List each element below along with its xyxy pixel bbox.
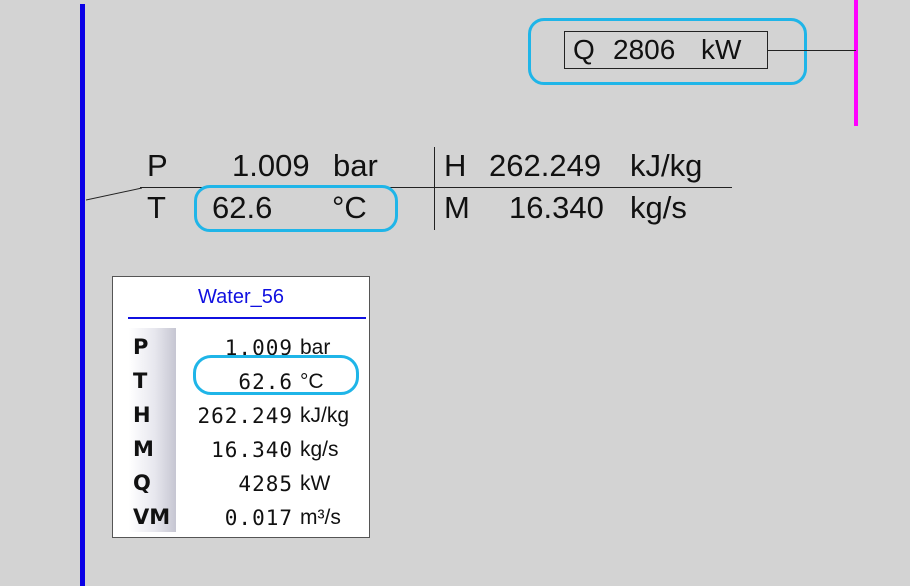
panel-value: 262.249: [197, 404, 293, 428]
panel-value: 62.6: [238, 370, 293, 394]
summary-massflow-value: 16.340: [509, 190, 604, 225]
summary-enthalpy-value: 262.249: [489, 148, 602, 183]
summary-temperature-unit: °C: [332, 190, 367, 225]
panel-value: 4285: [238, 472, 293, 496]
panel-row-temperature: T 62.6 °C: [113, 364, 369, 398]
summary-leader-line: [86, 187, 142, 201]
summary-massflow-unit: kg/s: [630, 190, 687, 225]
heat-duty-box[interactable]: Q 2806 kW: [564, 31, 768, 69]
panel-label: Q: [133, 471, 151, 495]
heat-duty-connector: [768, 50, 856, 51]
panel-row-volumeflow: VM 0.017 m³/s: [113, 500, 369, 534]
heat-duty-value: 2806: [613, 34, 676, 65]
panel-label: H: [133, 403, 151, 427]
summary-pressure-label: P: [147, 148, 168, 183]
panel-label: M: [133, 437, 154, 461]
summary-vertical-rule: [434, 147, 435, 230]
summary-pressure-value: 1.009: [232, 148, 310, 183]
panel-label: T: [133, 369, 148, 393]
panel-value: 16.340: [211, 438, 293, 462]
summary-enthalpy-unit: kJ/kg: [630, 148, 703, 183]
panel-value: 0.017: [224, 506, 293, 530]
heat-duty-unit: kW: [701, 34, 742, 65]
panel-label: VM: [133, 505, 171, 529]
panel-row-massflow: M 16.340 kg/s: [113, 432, 369, 466]
stream-name[interactable]: Water_56: [113, 286, 369, 309]
heat-stream-line[interactable]: [854, 0, 858, 126]
water-pipe-line[interactable]: [80, 4, 85, 586]
heat-duty-label: Q: [573, 34, 595, 65]
panel-unit: kW: [300, 472, 331, 495]
panel-title-rule: [128, 317, 366, 319]
summary-temperature-label: T: [147, 190, 166, 225]
panel-unit: kg/s: [300, 438, 339, 461]
stream-properties-panel[interactable]: Water_56 P 1.009 bar T 62.6 °C H 262.249…: [112, 276, 370, 538]
panel-row-enthalpy: H 262.249 kJ/kg: [113, 398, 369, 432]
summary-massflow-label: M: [444, 190, 470, 225]
panel-unit: kJ/kg: [300, 404, 350, 427]
summary-pressure-unit: bar: [333, 148, 378, 183]
panel-unit: m³/s: [300, 506, 341, 529]
summary-enthalpy-label: H: [444, 148, 467, 183]
panel-unit: °C: [300, 370, 324, 393]
summary-temperature-value: 62.6: [212, 190, 273, 225]
panel-row-heat: Q 4285 kW: [113, 466, 369, 500]
panel-label: P: [133, 335, 149, 359]
